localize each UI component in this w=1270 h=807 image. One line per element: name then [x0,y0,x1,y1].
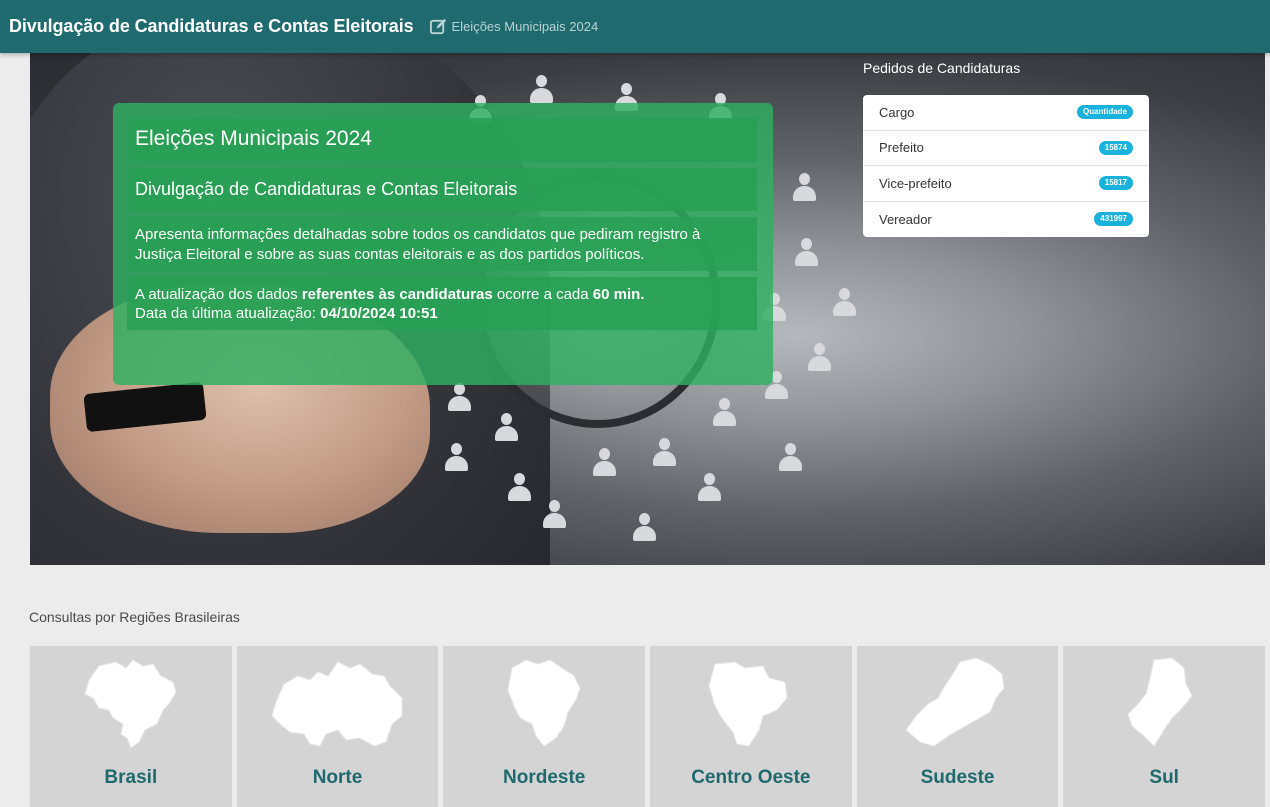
region-name: Sul [1149,767,1179,788]
person-icon [492,413,520,443]
pedidos-panel: Pedidos de Candidaturas Cargo Quantidade… [863,60,1149,237]
cargo-header: Cargo [879,104,915,120]
hero-title: Eleições Municipais 2024 [127,118,757,162]
pedidos-row-prefeito[interactable]: Prefeito 15874 [863,131,1149,166]
person-icon [630,513,658,543]
update-prefix: A atualização dos dados [135,286,302,303]
person-icon [790,173,818,203]
pedidos-row-vereador[interactable]: Vereador 431997 [863,202,1149,238]
hero-banner: Eleições Municipais 2024 Divulgação de C… [30,53,1265,565]
person-icon [505,473,533,503]
region-card-norte[interactable]: Norte [236,646,439,807]
last-update-label: Data da última atualização: [135,305,321,322]
update-interval: 60 min. [592,286,645,303]
quantidade-badge: 15874 [1098,140,1133,155]
hero-description: Apresenta informações detalhadas sobre t… [127,217,757,271]
update-middle: ocorre a cada [492,286,593,303]
quantidade-header-badge: Quantidade [1076,105,1133,120]
app-title[interactable]: Divulgação de Candidaturas e Contas Elei… [9,16,414,37]
region-card-sudeste[interactable]: Sudeste [856,646,1059,807]
region-card-nordeste[interactable]: Nordeste [443,646,646,807]
quantidade-badge: 431997 [1094,212,1133,227]
person-icon [445,383,473,413]
region-name: Centro Oeste [691,767,811,788]
region-name: Norte [312,767,363,788]
person-icon [442,443,470,473]
centro-oeste-map-icon [708,661,788,747]
person-icon [792,238,820,268]
last-update-value: 04/10/2024 10:51 [320,305,438,322]
norte-map-icon [270,661,402,747]
hero-subtitle: Divulgação de Candidaturas e Contas Elei… [127,168,757,211]
regions-grid: Brasil Norte Nordeste Centro Oeste Sudes… [30,646,1266,807]
person-icon [805,343,833,373]
region-card-centro-oeste[interactable]: Centro Oeste [650,646,852,807]
person-icon [590,448,618,478]
person-icon [695,473,723,503]
person-icon [710,398,738,428]
person-icon [830,288,858,318]
pedidos-title: Pedidos de Candidaturas [863,60,1021,76]
person-icon [776,443,804,473]
region-card-sul[interactable]: Sul [1063,646,1266,807]
quantidade-badge: 15817 [1098,176,1133,191]
person-icon [540,500,568,530]
election-label: Eleições Municipais 2024 [451,19,599,34]
person-icon [650,438,678,468]
region-name: Sudeste [920,767,995,788]
top-navbar: Divulgação de Candidaturas e Contas Elei… [0,0,1270,53]
pedidos-header-row: Cargo Quantidade [863,95,1149,131]
regions-section-title: Consultas por Regiões Brasileiras [29,609,240,625]
update-bold: referentes às candidaturas [301,286,493,303]
pedidos-row-vice-prefeito[interactable]: Vice-prefeito 15817 [863,166,1149,202]
brazil-map-icon [84,659,177,749]
election-link[interactable]: Eleições Municipais 2024 [429,17,599,36]
sudeste-map-icon [904,657,1005,747]
pedidos-list: Cargo Quantidade Prefeito 15874 Vice-pre… [863,95,1149,237]
region-name: Nordeste [503,767,586,788]
sul-map-icon [1127,657,1193,747]
person-icon [527,75,555,105]
edit-square-icon [429,18,446,35]
cargo-label: Vereador [879,211,932,227]
cargo-label: Vice-prefeito [879,175,952,191]
region-name: Brasil [104,767,158,788]
election-info-box: Eleições Municipais 2024 Divulgação de C… [113,103,773,385]
update-info: A atualização dos dados referentes às ca… [127,277,757,330]
region-card-brasil[interactable]: Brasil [30,646,232,807]
cargo-label: Prefeito [879,140,924,156]
nordeste-map-icon [507,659,581,747]
